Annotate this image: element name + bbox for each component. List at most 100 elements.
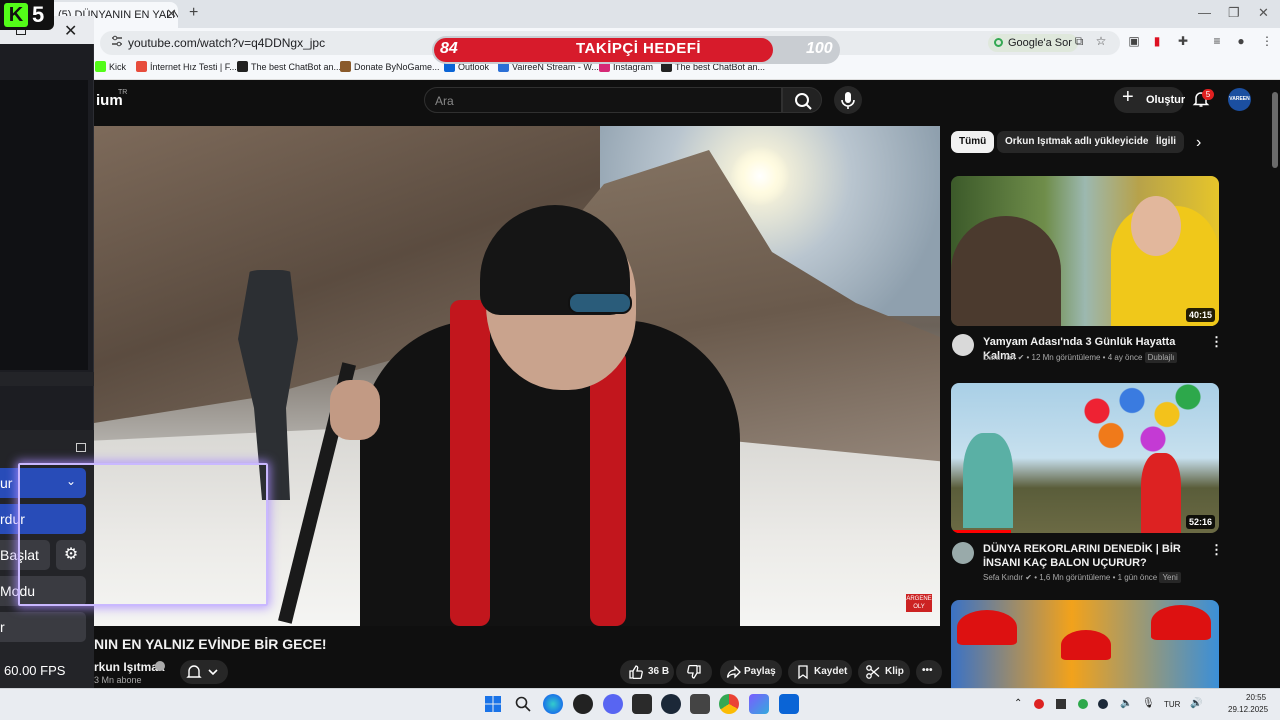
recommendation-meta: Dara Tah ✔ • 12 Mn görüntüleme • 4 ay ön… — [983, 352, 1178, 363]
thumbnail-person — [963, 433, 1013, 528]
plus-icon: + — [1122, 86, 1134, 108]
bookmark-icon — [798, 665, 808, 680]
thumbnail-face — [1131, 196, 1181, 256]
epic-games-icon[interactable] — [632, 694, 652, 714]
discord-icon[interactable] — [603, 694, 623, 714]
bookmark-item[interactable]: İnternet Hız Testi | F... — [150, 62, 237, 72]
tray-app-icon[interactable] — [1034, 699, 1044, 709]
channel-subscribers: 3 Mn abone — [94, 675, 142, 685]
chip-all[interactable]: Tümü — [951, 131, 995, 153]
dislike-button[interactable] — [676, 660, 712, 684]
volume-tray-icon[interactable]: 🔈 — [1120, 698, 1132, 709]
new-tab-icon[interactable]: + — [189, 4, 198, 22]
video-frame-hand — [330, 380, 380, 440]
close-icon[interactable]: ✕ — [64, 21, 77, 41]
app-icon[interactable] — [749, 694, 769, 714]
bookmark-star-icon[interactable]: ☆ — [1094, 34, 1108, 48]
chip-from-uploader[interactable]: Orkun Işıtmak adlı yükleyiciden — [997, 131, 1163, 153]
bookmark-item[interactable]: The best ChatBot an... — [251, 62, 341, 72]
close-window-icon[interactable]: ✕ — [1258, 5, 1269, 21]
clip-label: Klip — [885, 666, 904, 677]
steam-tray-icon[interactable] — [1098, 699, 1108, 709]
video-duration: 52:16 — [1185, 515, 1215, 529]
follower-goal-target: 100 — [806, 40, 833, 57]
search-placeholder: Ara — [435, 94, 454, 108]
kick-logo: K — [4, 3, 28, 27]
dubbed-badge: Dublajlı — [1144, 352, 1178, 363]
clock-date[interactable]: 29.12.2025 — [1228, 705, 1268, 714]
clock-time[interactable]: 20:55 — [1246, 693, 1266, 702]
chip-related[interactable]: İlgili — [1148, 131, 1184, 153]
channel-avatar[interactable] — [952, 542, 974, 564]
app-icon[interactable] — [690, 694, 710, 714]
recommendation-views: 1,6 Mn görüntüleme — [1039, 573, 1111, 582]
tray-app-icon[interactable] — [1078, 699, 1088, 709]
thumbnail-person — [1141, 453, 1181, 533]
undock-icon[interactable] — [76, 443, 86, 452]
recommendation-thumbnail[interactable]: 52:16 — [951, 383, 1219, 533]
thumbnail-santa-hat — [957, 610, 1017, 645]
obs-icon[interactable] — [573, 694, 593, 714]
recommendation-age: 4 ay önce — [1107, 353, 1143, 362]
share-button[interactable]: Paylaş — [720, 660, 782, 684]
audio-extension-icon[interactable]: ▮ — [1150, 34, 1164, 48]
url-text[interactable]: youtube.com/watch?v=q4DDNgx_jpc — [128, 36, 325, 50]
more-options-icon[interactable]: ⋮ — [1210, 334, 1223, 350]
bookmark-item[interactable]: Kick — [109, 62, 126, 72]
install-app-icon[interactable]: ⧉ — [1072, 34, 1086, 48]
account-avatar[interactable]: VAREEN — [1228, 88, 1251, 111]
thumbs-down-icon — [687, 664, 701, 679]
thumbnail-person — [951, 216, 1061, 326]
like-button[interactable]: 36 B — [620, 660, 674, 684]
google-lens-icon — [994, 38, 1003, 47]
microphone-icon[interactable]: 🎙 — [1142, 698, 1155, 709]
recommendation-channel[interactable]: Dara Tah — [983, 353, 1015, 362]
keyboard-language[interactable]: TUR — [1164, 700, 1180, 709]
tray-app-icon[interactable] — [1056, 699, 1066, 709]
recommendation-meta: Sefa Kındır ✔ • 1,6 Mn görüntüleme • 1 g… — [983, 572, 1181, 583]
chrome-icon[interactable] — [719, 694, 739, 714]
recommendation-thumbnail[interactable] — [951, 600, 1219, 688]
tab-close-icon[interactable]: ✕ — [166, 6, 177, 22]
voice-search-button[interactable] — [834, 86, 862, 114]
minimize-icon[interactable]: — — [1198, 5, 1211, 20]
bookmark-favicon-icon — [237, 61, 248, 72]
media-controls-icon[interactable]: ≡ — [1210, 34, 1224, 48]
more-actions-button[interactable]: ••• — [916, 660, 942, 684]
follower-goal-current: 84 — [440, 40, 458, 57]
chevron-up-icon[interactable]: ⌃ — [1014, 698, 1022, 709]
recommendation-channel[interactable]: Sefa Kındır — [983, 573, 1023, 582]
browser-menu-icon[interactable]: ⋮ — [1260, 34, 1274, 48]
extensions-puzzle-icon[interactable]: ✚ — [1176, 34, 1190, 48]
subscription-notification-button[interactable] — [180, 660, 228, 684]
restore-window-icon[interactable]: ❐ — [1228, 5, 1240, 21]
share-label: Paylaş — [744, 666, 776, 677]
bookmark-item[interactable]: Donate ByNoGame... — [354, 62, 440, 72]
clip-button[interactable]: Klip — [858, 660, 910, 684]
more-options-icon[interactable]: ⋮ — [1210, 542, 1223, 558]
settings-button[interactable]: r — [0, 612, 86, 642]
search-icon[interactable] — [514, 695, 532, 713]
bookmark-favicon-icon — [95, 61, 106, 72]
extension-icon[interactable]: ▣ — [1127, 34, 1141, 48]
steam-icon[interactable] — [661, 694, 681, 714]
notification-count-badge: 5 — [1202, 89, 1214, 100]
outlook-icon[interactable] — [779, 694, 799, 714]
search-input[interactable]: Ara — [424, 87, 782, 113]
profile-icon[interactable]: ● — [1234, 34, 1248, 48]
speaker-icon[interactable]: 🔊 — [1190, 698, 1202, 709]
site-info-icon[interactable] — [110, 34, 124, 48]
recommendation-title[interactable]: DÜNYA REKORLARINI DENEDİK | BİR İNSANI K… — [983, 542, 1203, 570]
search-button[interactable] — [782, 87, 822, 113]
save-button[interactable]: Kaydet — [788, 660, 852, 684]
chevron-right-icon[interactable]: › — [1196, 134, 1201, 152]
page-scrollbar[interactable] — [1270, 82, 1280, 688]
bookmark-favicon-icon — [340, 61, 351, 72]
channel-name[interactable]: rkun Işıtmak — [94, 660, 165, 674]
recommendation-thumbnail[interactable]: 40:15 — [951, 176, 1219, 326]
channel-avatar[interactable] — [952, 334, 974, 356]
panel-divider — [0, 372, 94, 386]
scrollbar-thumb[interactable] — [1272, 92, 1278, 168]
windows-start-icon[interactable] — [484, 695, 502, 713]
edge-icon[interactable] — [543, 694, 563, 714]
